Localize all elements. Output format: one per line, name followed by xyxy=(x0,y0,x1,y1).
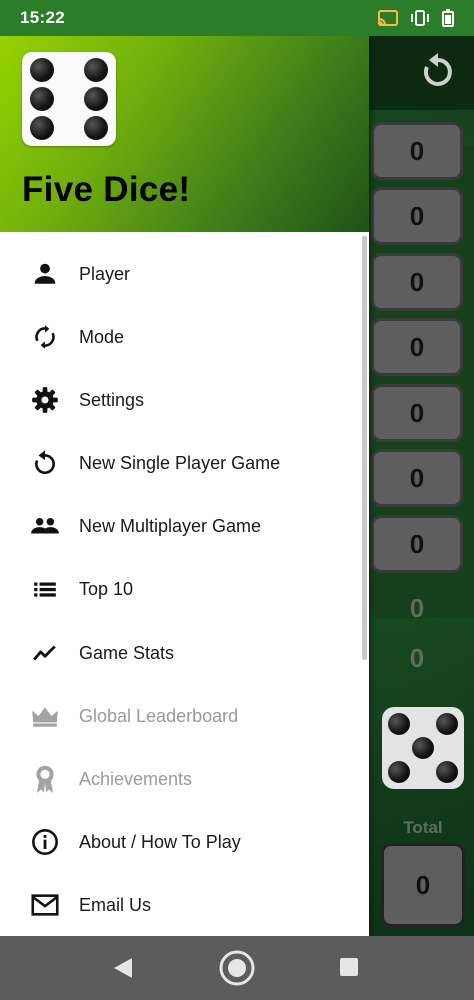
award-icon xyxy=(30,764,60,794)
score-box[interactable]: 0 xyxy=(371,318,463,376)
menu-item-label: New Multiplayer Game xyxy=(79,515,262,536)
info-icon xyxy=(30,827,60,857)
score-box[interactable]: 0 xyxy=(371,449,463,507)
bonus-value: 0 xyxy=(409,643,425,673)
system-nav-bar xyxy=(0,936,474,1000)
menu-item-player[interactable]: Player xyxy=(0,244,369,304)
gear-icon xyxy=(30,385,60,415)
die-pip xyxy=(30,87,54,111)
mail-icon xyxy=(30,890,60,920)
score-box[interactable]: 0 xyxy=(371,187,463,245)
menu-item-label: Settings xyxy=(79,389,145,410)
vibrate-icon xyxy=(411,10,429,26)
menu-item-global-leaderboard: Global Leaderboard xyxy=(0,686,369,746)
home-icon[interactable] xyxy=(218,949,256,987)
menu-item-label: Email Us xyxy=(79,894,152,915)
menu-item-new-single-player-game[interactable]: New Single Player Game xyxy=(0,433,369,493)
score-box[interactable]: 0 xyxy=(371,122,463,180)
app-title: Five Dice! xyxy=(22,170,191,209)
die-pip xyxy=(388,713,410,735)
restart-icon xyxy=(30,448,60,478)
menu-item-label: Mode xyxy=(79,326,125,347)
die[interactable] xyxy=(382,707,464,789)
status-time: 15:22 xyxy=(20,8,65,27)
total-label: Total xyxy=(403,818,443,837)
menu-item-label: Global Leaderboard xyxy=(79,705,239,726)
menu-item-email-us[interactable]: Email Us xyxy=(0,875,369,935)
status-icons xyxy=(378,9,454,27)
recents-icon[interactable] xyxy=(340,958,358,976)
menu-item-label: Game Stats xyxy=(79,642,175,663)
die-pip xyxy=(436,713,458,735)
back-icon[interactable] xyxy=(112,956,134,980)
die-pip xyxy=(388,761,410,783)
score-box[interactable]: 0 xyxy=(371,384,463,442)
menu-item-label: Top 10 xyxy=(79,578,134,599)
menu-item-mode[interactable]: Mode xyxy=(0,307,369,367)
die-pip xyxy=(84,87,108,111)
status-bar: 15:22 xyxy=(0,0,474,36)
drawer-header: Five Dice! xyxy=(0,36,369,232)
bonus-value: 0 xyxy=(409,593,425,623)
cast-icon xyxy=(378,10,398,26)
menu-item-achievements: Achievements xyxy=(0,749,369,809)
crown-icon xyxy=(30,701,60,731)
menu-item-settings[interactable]: Settings xyxy=(0,370,369,430)
die-pip xyxy=(436,761,458,783)
sync-icon xyxy=(30,322,60,352)
die-pip xyxy=(84,58,108,82)
die-pip xyxy=(412,737,434,759)
group-icon xyxy=(30,511,60,541)
navigation-drawer: Five Dice! Player Mode Settings New Sing… xyxy=(0,36,369,936)
undo-icon[interactable] xyxy=(418,52,458,92)
score-box[interactable]: 0 xyxy=(371,253,463,311)
menu-item-label: About / How To Play xyxy=(79,831,241,852)
list-icon xyxy=(30,574,60,604)
menu-item-label: Achievements xyxy=(79,768,193,789)
die-pip xyxy=(84,116,108,140)
score-box[interactable]: 0 xyxy=(371,515,463,573)
total-score-box: 0 xyxy=(381,843,465,927)
menu-item-label: New Single Player Game xyxy=(79,452,281,473)
menu-item-about[interactable]: About / How To Play xyxy=(0,812,369,872)
app-logo xyxy=(22,52,116,146)
menu-item-top-10[interactable]: Top 10 xyxy=(0,559,369,619)
die-pip xyxy=(30,116,54,140)
menu-item-game-stats[interactable]: Game Stats xyxy=(0,623,369,683)
drawer-scrollbar[interactable] xyxy=(362,236,367,660)
person-icon xyxy=(30,259,60,289)
die-pip xyxy=(30,58,54,82)
menu-item-new-multiplayer-game[interactable]: New Multiplayer Game xyxy=(0,496,369,556)
menu-item-label: Player xyxy=(79,263,131,284)
battery-icon xyxy=(442,9,454,27)
trending-icon xyxy=(30,638,60,668)
